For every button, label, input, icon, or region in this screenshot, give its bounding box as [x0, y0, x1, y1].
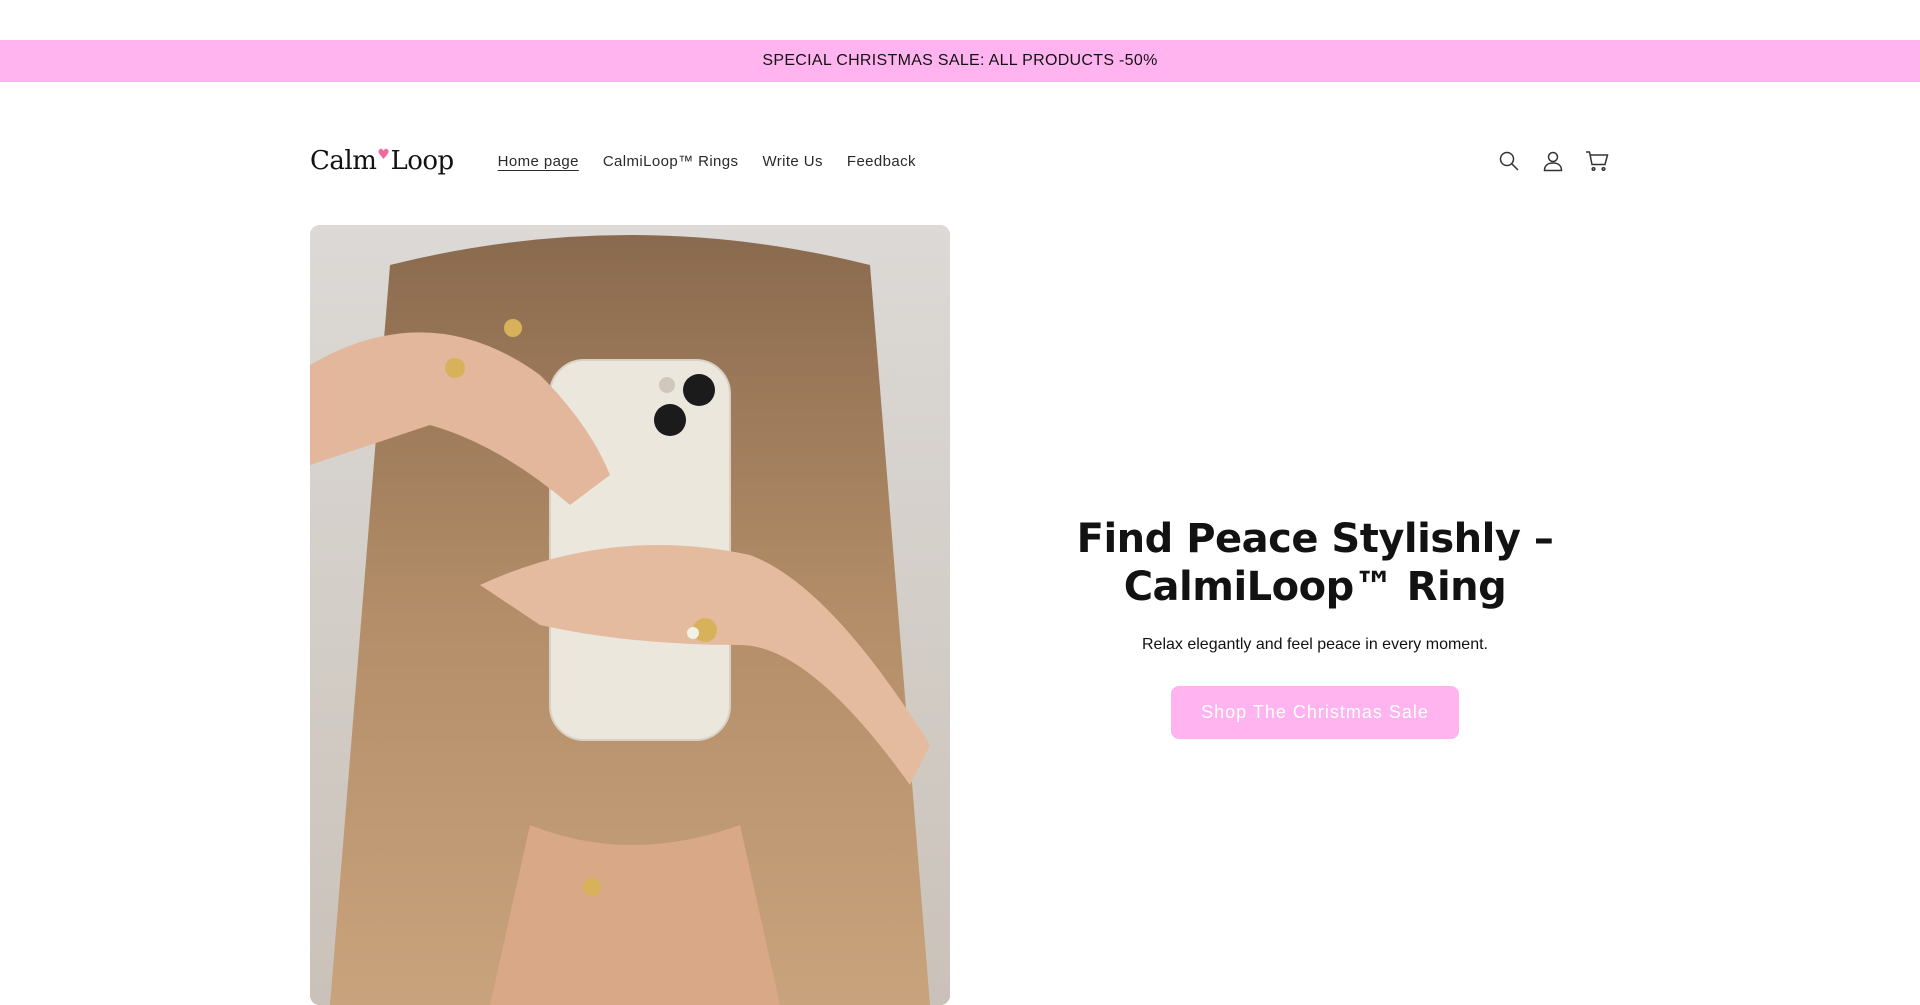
announcement-text: SPECIAL CHRISTMAS SALE: ALL PRODUCTS -50…	[762, 52, 1158, 69]
main-nav: Home page CalmiLoop™ Rings Write Us Feed…	[486, 153, 928, 170]
site-header: Calm ♥ Loop Home page CalmiLoop™ Rings Wri…	[310, 140, 1610, 182]
hero-photo	[310, 225, 950, 1005]
hero-subtitle: Relax elegantly and feel peace in every …	[1142, 636, 1488, 653]
search-icon[interactable]	[1496, 148, 1522, 174]
announcement-bar: SPECIAL CHRISTMAS SALE: ALL PRODUCTS -50…	[0, 40, 1920, 82]
hero-content: Find Peace Stylishly – CalmiLoop™ Ring R…	[1060, 515, 1570, 739]
logo-text-right: Loop	[390, 146, 454, 176]
heart-icon: ♥	[377, 147, 390, 163]
shop-sale-button[interactable]: Shop The Christmas Sale	[1171, 686, 1459, 739]
logo[interactable]: Calm ♥ Loop	[310, 146, 454, 176]
cart-icon[interactable]	[1584, 148, 1610, 174]
account-icon[interactable]	[1540, 148, 1566, 174]
nav-item-feedback[interactable]: Feedback	[835, 153, 928, 170]
nav-item-write-us[interactable]: Write Us	[750, 153, 834, 170]
hero-title: Find Peace Stylishly – CalmiLoop™ Ring	[1076, 516, 1554, 610]
header-icons	[1496, 148, 1610, 174]
logo-text-left: Calm	[310, 146, 377, 176]
hero-image	[310, 225, 950, 1005]
nav-item-home[interactable]: Home page	[486, 153, 591, 170]
nav-item-rings[interactable]: CalmiLoop™ Rings	[591, 153, 751, 170]
